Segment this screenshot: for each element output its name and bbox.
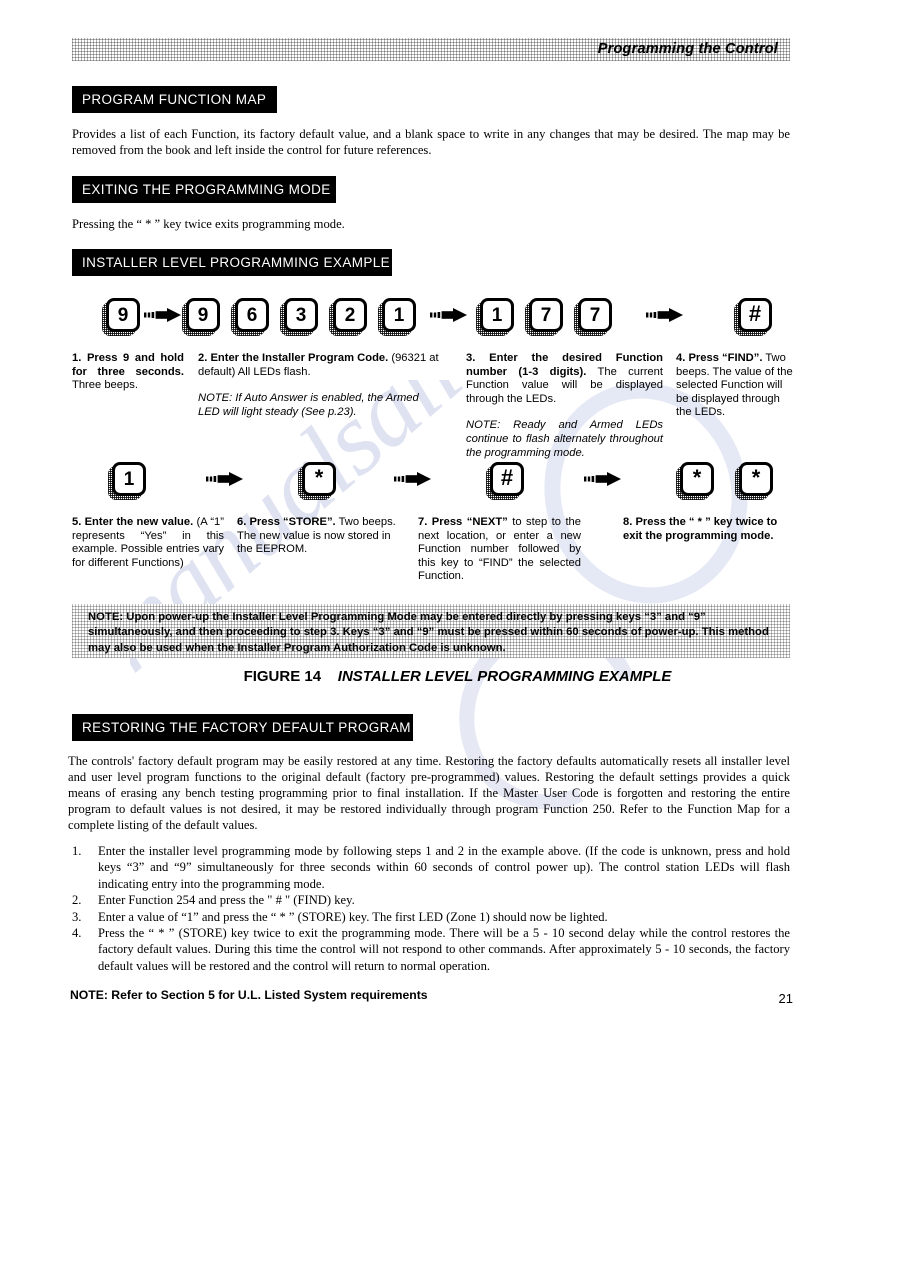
restore-steps-list: 1. Enter the installer level programming…: [72, 843, 790, 974]
step-caption-3: 3. Enter the desired Function number (1-…: [466, 352, 663, 460]
flow-arrow-icon: [646, 298, 684, 332]
step-3-note: NOTE: Ready and Armed LEDs continue to f…: [466, 419, 663, 459]
list-item: 1. Enter the installer level programming…: [72, 843, 790, 892]
flow-arrow-icon: [430, 298, 468, 332]
list-item: 4. Press the “ * ” (STORE) key twice to …: [72, 925, 790, 974]
key-3-code: 3: [280, 298, 318, 336]
step-caption-7: 7. Press “NEXT” to step to the next loca…: [418, 516, 581, 584]
list-item-number: 2.: [72, 893, 82, 908]
key-label: 7: [578, 298, 612, 332]
key-label: 1: [112, 462, 146, 496]
section-bar-restoring-factory-defaults: RESTORING THE FACTORY DEFAULT PROGRAM: [72, 714, 413, 741]
key-label: 3: [284, 298, 318, 332]
step-8-bold: 8. Press the “ * ” key twice to exit the…: [623, 516, 778, 542]
step-caption-2: 2. Enter the Installer Program Code. (96…: [198, 352, 442, 419]
list-item-text: Enter a value of “1” and press the “ * ”…: [98, 909, 608, 924]
list-item: 3. Enter a value of “1” and press the “ …: [72, 909, 790, 925]
section-bar-label: PROGRAM FUNCTION MAP: [82, 92, 267, 107]
keypad-sequence-row-1: 9 9 6 3 2 1 1 7 7 #: [102, 298, 772, 336]
key-label: 7: [529, 298, 563, 332]
flow-arrow-icon: [144, 298, 182, 332]
key-7-function-a: 7: [525, 298, 563, 336]
list-item-text: Press the “ * ” (STORE) key twice to exi…: [98, 926, 790, 973]
exiting-mode-body: Pressing the “ * ” key twice exits progr…: [72, 217, 345, 231]
step-4-bold: 4. Press “FIND”.: [676, 352, 763, 364]
step-7-bold: 7. Press “NEXT”: [418, 516, 508, 528]
step-caption-4: 4. Press “FIND”. Two beeps. The value of…: [676, 352, 794, 420]
step-caption-8: 8. Press the “ * ” key twice to exit the…: [623, 516, 795, 543]
list-item-text: Enter Function 254 and press the " # " (…: [98, 893, 355, 908]
step-2-bold: 2. Enter the Installer Program Code.: [198, 352, 389, 364]
step-caption-6: 6. Press “STORE”. Two beeps. The new val…: [237, 516, 407, 557]
footer-note: NOTE: Refer to Section 5 for U.L. Listed…: [70, 988, 428, 1002]
key-label: 1: [480, 298, 514, 332]
key-label: *: [739, 462, 773, 496]
key-2-code: 2: [329, 298, 367, 336]
key-label: 1: [382, 298, 416, 332]
section-bar-installer-level-example: INSTALLER LEVEL PROGRAMMING EXAMPLE: [72, 249, 392, 276]
key-hash-find: #: [734, 298, 772, 336]
section-bar-label: EXITING THE PROGRAMMING MODE: [82, 182, 331, 197]
flow-arrow-icon: [584, 462, 622, 496]
key-1-function: 1: [476, 298, 514, 336]
key-star-exit-2: *: [735, 462, 773, 500]
key-1-new-value: 1: [108, 462, 146, 500]
figure-label: FIGURE 14: [243, 668, 322, 685]
step-2-note: NOTE: If Auto Answer is enabled, the Arm…: [198, 392, 419, 418]
step-5-bold: 5. Enter the new value.: [72, 516, 194, 528]
key-6-code: 6: [231, 298, 269, 336]
figure-title: INSTALLER LEVEL PROGRAMMING EXAMPLE: [337, 668, 672, 685]
list-item-number: 3.: [72, 909, 82, 924]
list-item-number: 4.: [72, 926, 82, 941]
key-9: 9: [102, 298, 140, 336]
page-number: 21: [778, 991, 793, 1006]
section-bar-exiting-programming-mode: EXITING THE PROGRAMMING MODE: [72, 176, 336, 203]
list-item-text: Enter the installer level programming mo…: [98, 844, 790, 891]
power-up-note-box: NOTE: Upon power-up the Installer Level …: [72, 604, 790, 658]
key-star-exit-1: *: [676, 462, 714, 500]
section-bar-label: INSTALLER LEVEL PROGRAMMING EXAMPLE: [82, 255, 391, 270]
key-label: #: [738, 298, 772, 332]
page-header-band: Programming the Control: [72, 38, 790, 61]
flow-arrow-icon: [394, 462, 432, 496]
page-header-title: Programming the Control: [597, 41, 778, 57]
section-bar-label: RESTORING THE FACTORY DEFAULT PROGRAM: [82, 720, 411, 735]
key-1-code: 1: [378, 298, 416, 336]
figure-caption: FIGURE 14 INSTALLER LEVEL PROGRAMMING EX…: [0, 668, 915, 685]
restoring-defaults-body: The controls' factory default program ma…: [68, 754, 790, 832]
document-page: manualsalive.com Programming the Control…: [0, 0, 915, 1263]
keypad-sequence-row-2: 1 * # * *: [108, 462, 773, 500]
step-1-bold: 1. Press 9 and hold for three seconds.: [72, 352, 184, 378]
key-label: 9: [186, 298, 220, 332]
step-caption-1: 1. Press 9 and hold for three seconds. T…: [72, 352, 184, 393]
key-label: *: [302, 462, 336, 496]
step-6-bold: 6. Press “STORE”.: [237, 516, 336, 528]
section-bar-program-function-map: PROGRAM FUNCTION MAP: [72, 86, 277, 113]
program-function-map-body: Provides a list of each Function, its fa…: [72, 127, 790, 158]
list-item-number: 1.: [72, 844, 82, 858]
key-hash-next: #: [486, 462, 524, 500]
key-label: *: [680, 462, 714, 496]
list-item: 2. Enter Function 254 and press the " # …: [72, 892, 790, 908]
key-label: 2: [333, 298, 367, 332]
key-star-store: *: [298, 462, 336, 500]
flow-arrow-icon: [206, 462, 244, 496]
key-label: 6: [235, 298, 269, 332]
key-label: 9: [106, 298, 140, 332]
key-label: #: [490, 462, 524, 496]
step-caption-5: 5. Enter the new value. (A “1” represent…: [72, 516, 224, 570]
key-7-function-b: 7: [574, 298, 612, 336]
step-1-rest: Three beeps.: [72, 379, 138, 392]
key-9-code: 9: [182, 298, 220, 336]
